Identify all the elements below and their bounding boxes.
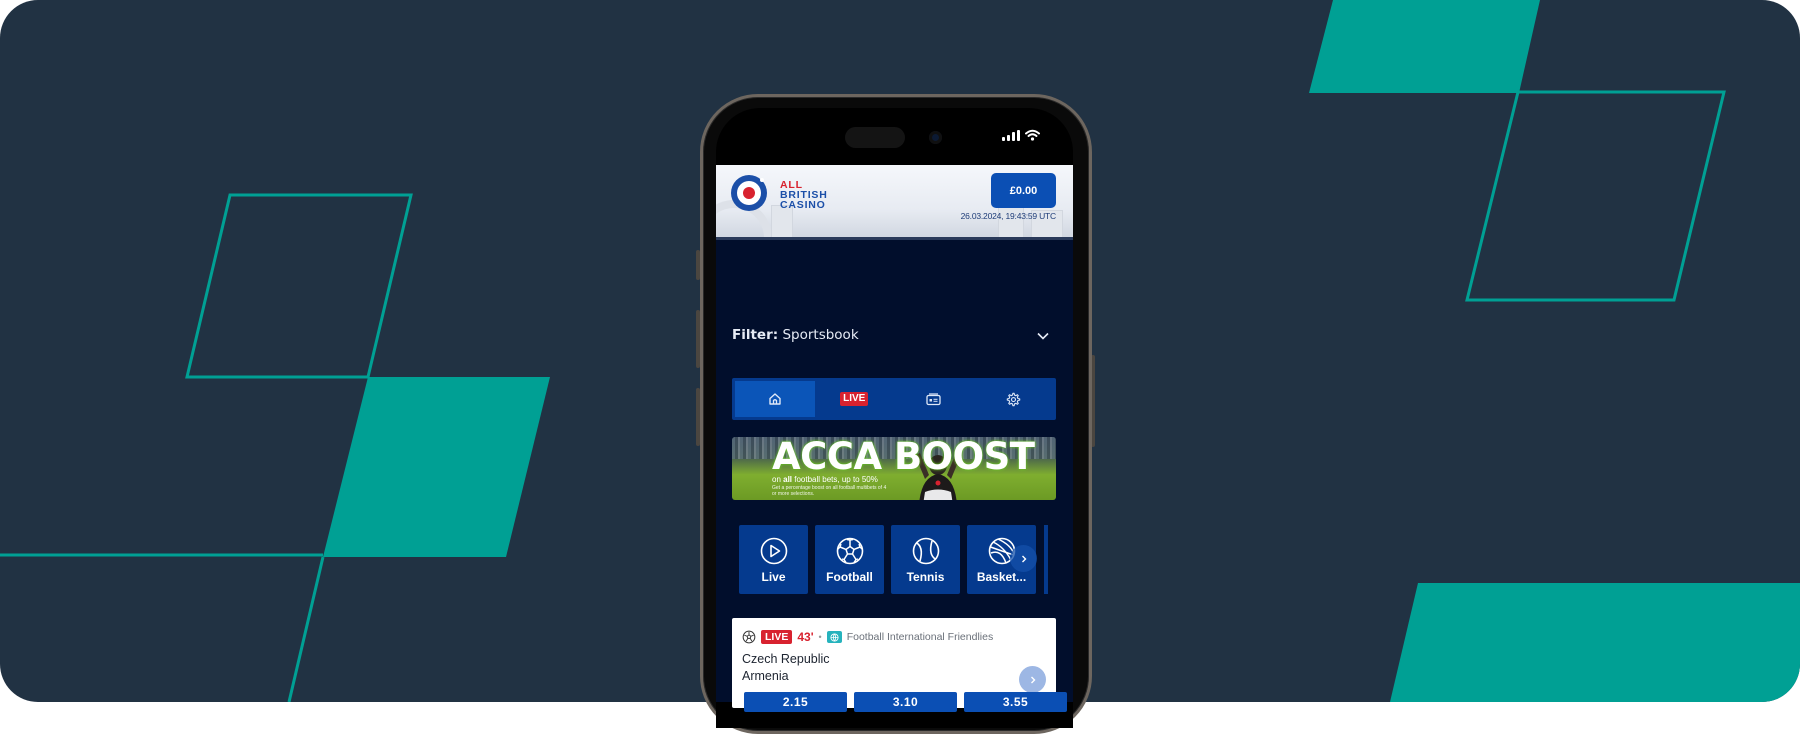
- ticket-icon: [926, 392, 941, 405]
- play-icon: [760, 537, 787, 564]
- cellular-signal-icon: [1002, 130, 1020, 141]
- odds-button-away[interactable]: 3.55: [964, 692, 1067, 712]
- filter-value: Sportsbook: [782, 327, 859, 343]
- top-right-filled-parallelogram: [1309, 0, 1540, 93]
- logo-roundel-icon[interactable]: [731, 175, 767, 211]
- wifi-icon: [1025, 129, 1040, 141]
- football-icon: [836, 537, 863, 564]
- home-team: Czech Republic: [742, 652, 830, 666]
- league-name[interactable]: Football International Friendlies: [847, 631, 994, 643]
- balance-button[interactable]: £0.00: [991, 173, 1056, 208]
- nav-tabbar: LIVE: [732, 378, 1056, 420]
- odds-row: 2.15 3.10 3.55: [744, 692, 1067, 712]
- sport-label: Tennis: [906, 569, 945, 584]
- sport-tile-live[interactable]: Live: [739, 525, 808, 594]
- away-team: Armenia: [742, 669, 789, 683]
- sport-tile-football[interactable]: Football: [815, 525, 884, 594]
- chevron-right-icon: [1021, 555, 1026, 562]
- tennis-ball-icon: [912, 537, 939, 564]
- server-datetime: 26.03.2024, 19:43:59 UTC: [960, 211, 1057, 221]
- promo-subtitle-post: football bets, up to 50%: [792, 475, 878, 484]
- logo-wordmark[interactable]: ALL BRITISH CASINO: [780, 180, 828, 211]
- sport-label: Football: [826, 569, 873, 584]
- globe-icon: [826, 631, 842, 643]
- live-badge: LIVE: [840, 392, 869, 406]
- tab-betslip[interactable]: [894, 381, 974, 417]
- promo-fine-print: Get a percentage boost on all football m…: [772, 485, 887, 497]
- sport-tile-tennis[interactable]: Tennis: [891, 525, 960, 594]
- filter-label: Filter:: [732, 327, 779, 343]
- sport-tile-partial[interactable]: [1044, 525, 1048, 594]
- promo-subtitle-pre: on: [772, 475, 784, 484]
- chevron-right-icon: [1030, 676, 1035, 683]
- sport-label: Basket...: [976, 569, 1027, 584]
- sports-carousel: Live Football Tennis Basket...: [739, 525, 1036, 594]
- match-meta: LIVE 43' • Football International Friend…: [742, 630, 993, 644]
- bottom-right-filled-shape: [1390, 583, 1800, 702]
- filter-dropdown[interactable]: Filter: Sportsbook: [732, 327, 859, 343]
- dynamic-island: [845, 127, 905, 148]
- tab-home[interactable]: [735, 381, 815, 417]
- chevron-down-icon[interactable]: [1036, 329, 1050, 343]
- left-filled-parallelogram: [323, 377, 550, 557]
- odds-button-home[interactable]: 2.15: [744, 692, 847, 712]
- odds-button-draw[interactable]: 3.10: [854, 692, 957, 712]
- acca-boost-banner[interactable]: ACCA BOOST on all football bets, up to 5…: [732, 437, 1056, 500]
- tab-live[interactable]: LIVE: [815, 381, 895, 417]
- left-slanted-line: [287, 556, 325, 702]
- sport-label: Live: [761, 569, 786, 584]
- tab-settings[interactable]: [974, 381, 1054, 417]
- football-icon: [742, 630, 756, 644]
- match-minute: 43': [797, 630, 814, 644]
- carousel-next-button[interactable]: [1010, 545, 1037, 572]
- promo-subtitle: on all football bets, up to 50%: [772, 475, 878, 484]
- status-bar: [1002, 129, 1040, 141]
- match-card-next-button[interactable]: [1019, 666, 1046, 693]
- logo-line-3: CASINO: [780, 199, 826, 211]
- meta-separator: •: [818, 632, 822, 642]
- promo-subtitle-bold: all: [783, 475, 793, 484]
- promo-title: ACCA BOOST: [772, 437, 1035, 478]
- top-right-outline-parallelogram: [1465, 90, 1726, 302]
- front-camera: [929, 131, 942, 144]
- match-live-badge: LIVE: [761, 630, 793, 644]
- gear-icon: [1006, 392, 1020, 406]
- home-icon: [769, 393, 781, 405]
- left-outline-parallelogram: [185, 193, 413, 379]
